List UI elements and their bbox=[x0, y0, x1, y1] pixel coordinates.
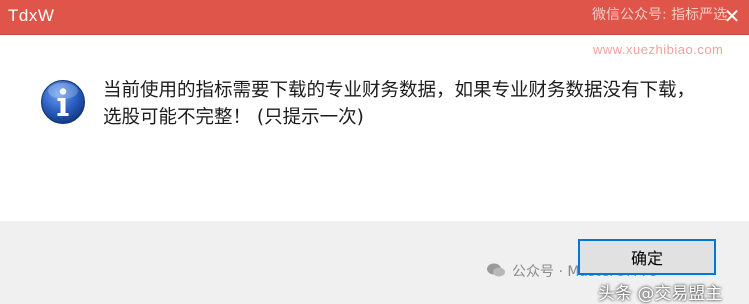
close-icon: ✕ bbox=[723, 4, 741, 28]
ok-button[interactable]: 确定 bbox=[578, 239, 716, 275]
dialog-footer: 公众号 · MasterOfTTU 确定 头条 @交易盟主 bbox=[0, 221, 749, 304]
watermark-top: 微信公众号: 指标严选 bbox=[592, 7, 728, 23]
window-title: TdxW bbox=[8, 6, 55, 25]
close-button[interactable]: ✕ bbox=[719, 3, 745, 29]
dialog-message: 当前使用的指标需要下载的专业财务数据，如果专业财务数据没有下载，选股可能不完整！… bbox=[103, 80, 696, 128]
title-bar[interactable]: TdxW 微信公众号: 指标严选 ✕ bbox=[0, 0, 749, 35]
wechat-icon bbox=[487, 263, 505, 277]
info-icon bbox=[41, 80, 85, 124]
watermark-platform: 头条 @交易盟主 bbox=[598, 284, 723, 304]
dialog-body: www.xuezhibiao.com 当前使用的指标需要下载的专业财务数据，如果… bbox=[0, 35, 749, 221]
message-dialog: TdxW 微信公众号: 指标严选 ✕ www.xuezhibiao.com 当前… bbox=[0, 0, 749, 304]
watermark-url: www.xuezhibiao.com bbox=[593, 42, 724, 57]
